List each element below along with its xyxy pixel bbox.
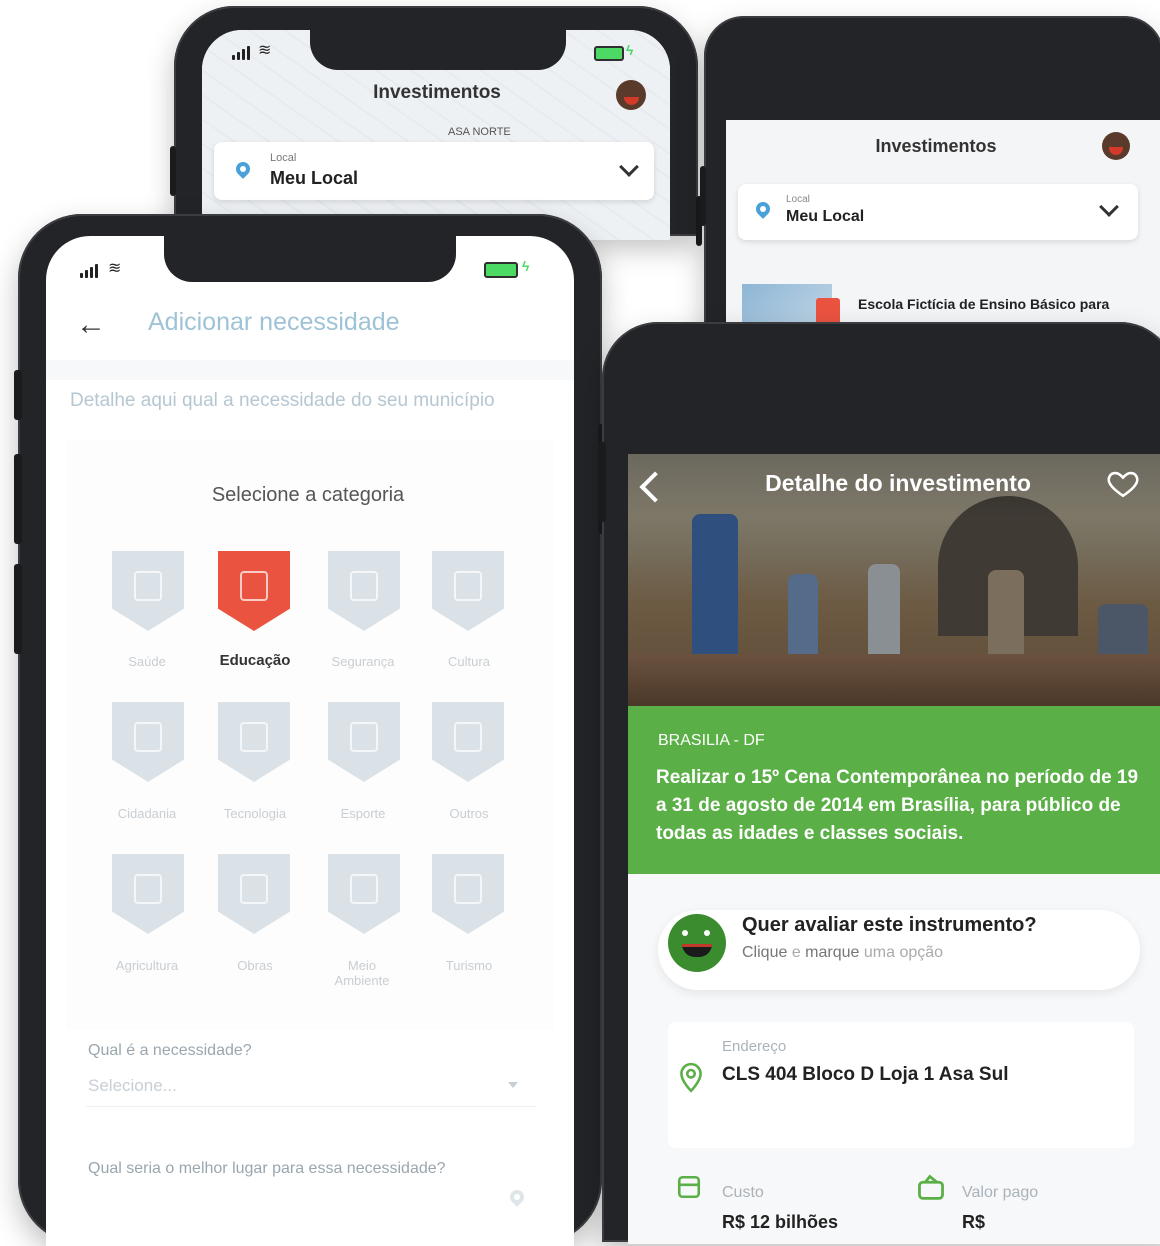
photo-worker [788, 574, 818, 664]
screen: ≋ ϟ Investimentos ASA NORTE Local Meu Lo… [202, 30, 670, 240]
location-pin-icon [507, 1187, 527, 1207]
location-caption: Local [270, 152, 297, 164]
address-label: Endereço [722, 1038, 787, 1055]
need-select[interactable]: Selecione... [86, 1066, 536, 1107]
chevron-down-icon [1099, 197, 1119, 217]
side-button [700, 166, 706, 226]
education-icon [816, 298, 840, 324]
location-value: Meu Local [270, 168, 359, 188]
location-pin-icon [233, 159, 253, 179]
page-title: Adicionar necessidade [148, 308, 400, 336]
page-title: Investimentos [875, 136, 997, 156]
side-button [14, 370, 22, 420]
location-pin-icon [753, 199, 773, 219]
need-field-label: Qual é a necessidade? [88, 1042, 252, 1059]
wifi-icon: ≋ [108, 260, 122, 277]
category-label: Tecnologia [223, 806, 287, 821]
rating-sub-option: uma opção [863, 944, 944, 961]
wallet-icon [677, 1175, 701, 1199]
description-text: Detalhe aqui qual a necessidade do seu m… [70, 390, 495, 411]
place-input[interactable] [86, 1184, 536, 1224]
cost-value: R$ 12 bilhões [722, 1212, 839, 1232]
location-selector[interactable]: Local Meu Local [214, 142, 654, 200]
side-button [170, 146, 176, 196]
rating-title: Quer avaliar este instrumento? [742, 914, 1037, 936]
phone-adicionar-necessidade: ≋ ϟ ← Adicionar necessidade Detalhe aqui… [14, 214, 606, 1246]
map-marker-icon [680, 1062, 702, 1093]
need-select-placeholder: Selecione... [88, 1076, 177, 1095]
category-label: Esporte [340, 806, 386, 821]
wifi-icon: ≋ [258, 42, 272, 59]
caret-down-icon [508, 1082, 518, 1088]
avatar[interactable] [1102, 132, 1130, 160]
charging-icon: ϟ [626, 42, 634, 58]
smiley-icon [668, 914, 726, 972]
category-label: Agricultura [115, 958, 179, 973]
rating-sub-and: e [791, 944, 801, 961]
section-title: Selecione a categoria [211, 484, 405, 506]
back-arrow-icon[interactable]: ← [76, 308, 106, 342]
location-label: BRASILIA - DF [658, 732, 765, 749]
header-divider [46, 360, 574, 380]
category-label: Educação [219, 652, 291, 669]
category-label: Cidadania [117, 806, 177, 821]
category-label: Turismo [445, 958, 493, 973]
category-label: Cultura [448, 654, 490, 669]
cost-block: Custo R$ 12 bilhões [668, 1174, 898, 1244]
investment-description: Realizar o 15º Cena Contemporânea no per… [656, 767, 1139, 844]
address-value: CLS 404 Bloco D Loja 1 Asa Sul [722, 1064, 1009, 1085]
place-field-label: Qual seria o melhor lugar para essa nece… [88, 1160, 446, 1177]
screen: ≋ ϟ ← Adicionar necessidade Detalhe aqui… [46, 236, 574, 1246]
paid-block: Valor pago R$ [914, 1174, 1144, 1244]
location-value: Meu Local [786, 208, 865, 225]
screen: Detalhe do investimento BRASILIA - DF Re… [628, 454, 1160, 1244]
rating-card[interactable]: Quer avaliar este instrumento? Clique e … [658, 910, 1140, 990]
paid-value: R$ [962, 1212, 986, 1232]
phone-detalhe-investimento: Detalhe do investimento BRASILIA - DF Re… [598, 322, 1160, 1244]
category-label: Segurança [331, 654, 395, 669]
address-card: Endereço CLS 404 Bloco D Loja 1 Asa Sul [668, 1022, 1134, 1148]
side-button [598, 442, 606, 522]
rating-sub-click: Clique [742, 944, 788, 961]
category-label: Saúde [128, 654, 166, 669]
category-label: Obras [237, 958, 273, 973]
investment-summary: BRASILIA - DF Realizar o 15º Cena Contem… [628, 706, 1160, 874]
page-title: Investimentos [373, 82, 501, 103]
list-item-title: Escola Fictícia de Ensino Básico para [858, 296, 1110, 312]
screen: Investimentos Local Meu Local Escola Fic… [726, 120, 1160, 336]
phone-investimentos-top: ≋ ϟ Investimentos ASA NORTE Local Meu Lo… [170, 6, 702, 246]
paid-label: Valor pago [962, 1184, 1039, 1201]
phone-investimentos-back: Investimentos Local Meu Local Escola Fic… [700, 16, 1160, 336]
charging-icon: ϟ [522, 258, 530, 274]
cash-register-icon [918, 1174, 944, 1200]
signal-icon [80, 264, 98, 278]
notch [310, 30, 566, 70]
category-label: Outros [449, 806, 489, 821]
heart-icon[interactable] [1106, 466, 1140, 500]
region-label: ASA NORTE [448, 126, 511, 138]
rating-subtitle: Clique e marque uma opção [742, 944, 943, 962]
avatar[interactable] [616, 80, 646, 110]
page-title: Detalhe do investimento [765, 470, 1031, 496]
location-caption: Local [786, 194, 810, 205]
cost-label: Custo [722, 1184, 764, 1201]
notch [164, 236, 456, 282]
battery-icon [484, 262, 518, 278]
chevron-down-icon [619, 157, 639, 177]
rating-sub-mark: marque [805, 944, 860, 961]
location-selector[interactable]: Local Meu Local [738, 184, 1138, 240]
side-button [14, 564, 22, 654]
photo-ground [628, 654, 1160, 706]
battery-icon [594, 46, 624, 61]
signal-icon [232, 46, 250, 60]
side-button [14, 454, 22, 544]
photo-worker [868, 564, 900, 664]
category-label: Meio Ambiente [334, 958, 390, 988]
